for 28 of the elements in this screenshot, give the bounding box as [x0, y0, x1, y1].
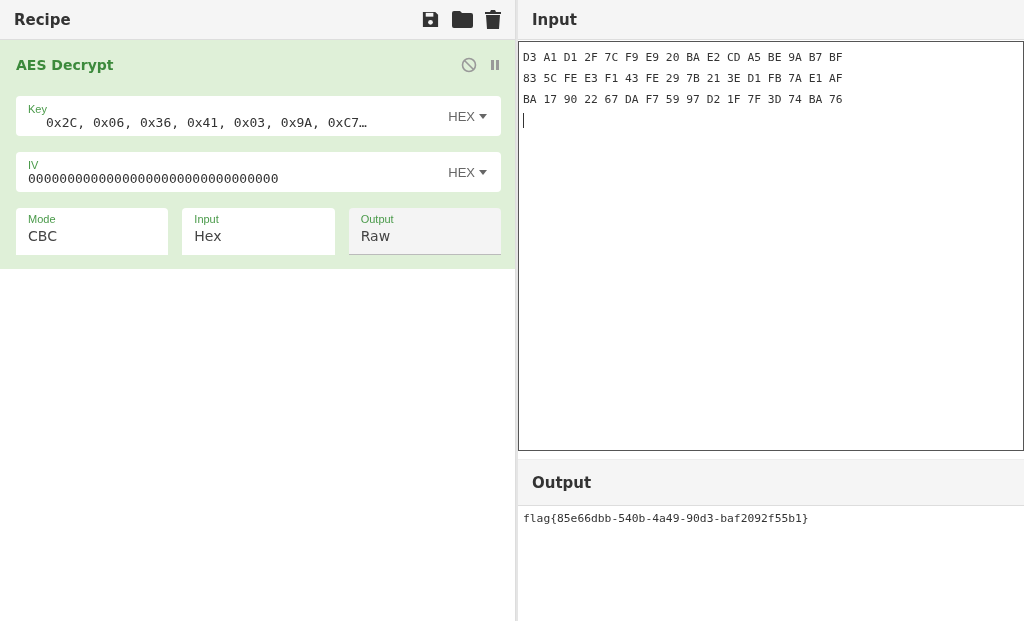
trash-icon[interactable]	[485, 10, 501, 29]
select-field[interactable]: Output Raw	[348, 208, 501, 255]
field-label: IV	[28, 158, 40, 171]
field-value: 00000000000000000000000000000000	[28, 170, 280, 186]
field-label: Input	[194, 213, 220, 225]
field-value: CBC	[28, 228, 58, 244]
field-label: Mode	[28, 213, 57, 225]
select-field[interactable]: Mode CBC	[16, 208, 169, 255]
select-field[interactable]: Input Hex	[182, 208, 335, 255]
panel-title: Input	[532, 10, 578, 29]
save-icon[interactable]	[421, 10, 440, 29]
text-field[interactable]: IV 00000000000000000000000000000000 HEX	[16, 152, 501, 192]
field-value: Raw	[360, 228, 392, 244]
format-dropdown[interactable]: HEX	[448, 164, 487, 180]
field-label: Output	[360, 213, 395, 225]
format-dropdown[interactable]: HEX	[448, 108, 487, 124]
input-field[interactable]: D3 A1 D1 2F 7C F9 E9 20 BA E2 CD A5 BE 9A B7 BF 83 5C FE E3 F1 43 FE 29 7B 21 3E D1 FB 7A E1 AF BA 17 90 22 67 DA F7 59 97 D2 1F 7F 3D 74 BA 76	[518, 41, 1024, 451]
field-label: Key	[28, 102, 48, 115]
field-value: Hex	[194, 228, 223, 244]
panel-title: Recipe	[14, 10, 72, 29]
caret-icon	[479, 113, 487, 119]
operation-title: AES Decrypt	[16, 57, 115, 73]
panel-title: Output	[532, 473, 593, 492]
field-value: 0x2C, 0x06, 0x36, 0x41, 0x03, 0x9A, 0xC7…	[46, 114, 368, 130]
output-text: flag{85e66dbb-540b-4a49-90d3-baf2092f55b1}	[522, 511, 810, 527]
caret-icon	[479, 169, 487, 175]
folder-icon[interactable]	[452, 11, 473, 28]
text-field[interactable]: Key 0x2C, 0x06, 0x36, 0x41, 0x03, 0x9A, 0xC7… HEX	[16, 96, 501, 136]
